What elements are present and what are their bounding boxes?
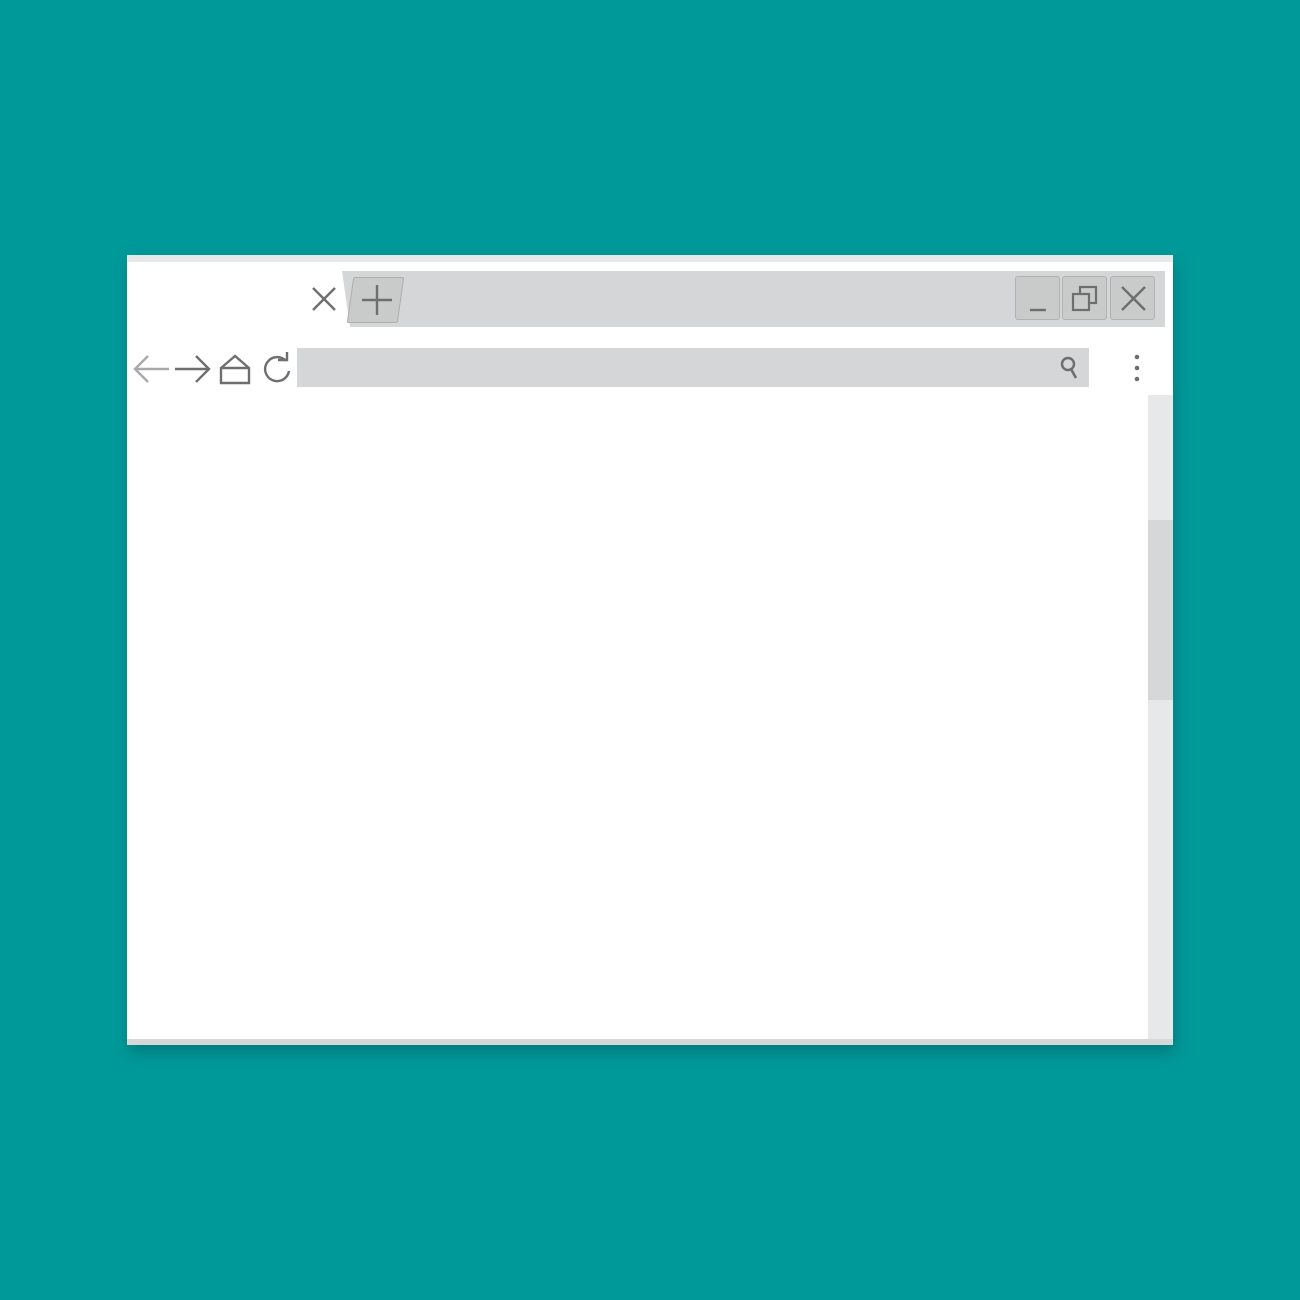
page-content xyxy=(127,395,1147,1039)
arrow-left-icon xyxy=(133,355,169,383)
new-tab-button[interactable] xyxy=(346,277,405,323)
window-bottom-border xyxy=(127,1039,1173,1045)
plus-icon xyxy=(362,285,392,315)
restore-button[interactable] xyxy=(1062,276,1107,320)
arrow-right-icon xyxy=(175,355,211,383)
menu-button[interactable] xyxy=(1122,349,1152,387)
search-icon[interactable] xyxy=(1057,354,1083,382)
close-icon xyxy=(1121,286,1146,311)
close-icon xyxy=(312,287,336,311)
address-input[interactable] xyxy=(297,348,1047,387)
reload-icon xyxy=(263,352,291,383)
forward-button[interactable] xyxy=(172,351,212,387)
minimize-icon xyxy=(1030,308,1046,312)
home-button[interactable] xyxy=(215,351,255,387)
reload-button[interactable] xyxy=(258,351,296,387)
window-close-button[interactable] xyxy=(1110,276,1155,320)
address-bar[interactable] xyxy=(297,348,1089,387)
browser-window xyxy=(127,255,1173,1045)
restore-icon xyxy=(1071,285,1098,312)
scrollbar-thumb[interactable] xyxy=(1148,520,1173,700)
window-top-border xyxy=(127,255,1173,262)
close-tab-button[interactable] xyxy=(310,285,338,313)
minimize-button[interactable] xyxy=(1015,276,1060,320)
scrollbar-track[interactable] xyxy=(1148,395,1173,1039)
home-icon xyxy=(219,354,251,385)
back-button[interactable] xyxy=(132,351,172,387)
kebab-menu-icon xyxy=(1134,354,1140,382)
